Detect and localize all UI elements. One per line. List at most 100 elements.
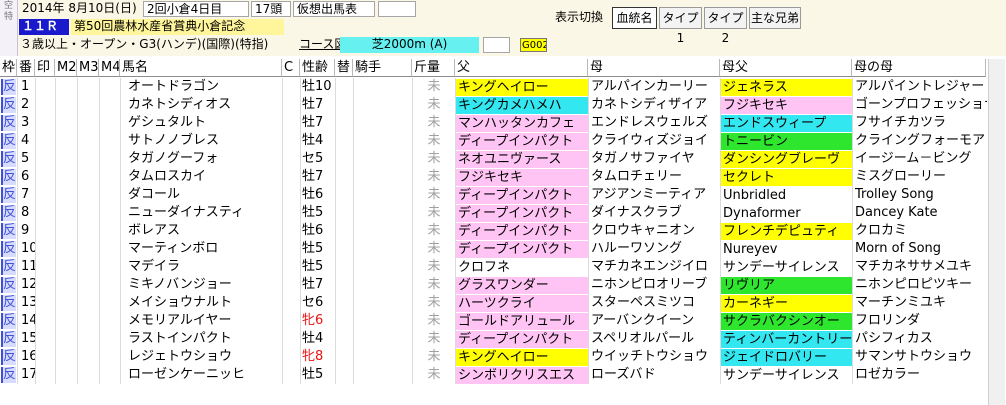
m3-cell[interactable] (78, 348, 98, 366)
col-weight-header[interactable]: 斤量 (412, 59, 455, 77)
m4-cell[interactable] (100, 78, 119, 96)
col-mark-header[interactable]: 印 (35, 59, 55, 77)
broodmare-sire-name[interactable]: リヴリア (721, 277, 852, 294)
dam-name[interactable]: クライウィズジョイ (589, 132, 720, 150)
tab-siblings[interactable]: 主な兄弟 (749, 7, 801, 29)
dams-dam-name[interactable]: ニホンピロピツキー (853, 276, 987, 294)
sire-name[interactable]: ハーツクライ (456, 295, 588, 312)
broodmare-sire-name[interactable]: サンデーサイレンス (721, 259, 852, 276)
course-extra-field[interactable] (483, 37, 510, 53)
horse-name[interactable]: ゲシュタルト (128, 114, 282, 132)
m2-cell[interactable] (56, 312, 76, 330)
sire-name[interactable]: キングヘイロー (456, 79, 588, 96)
dams-dam-name[interactable]: ロゼカラー (853, 366, 987, 384)
col-waku-header[interactable]: 枠 (0, 59, 17, 77)
broodmare-sire-name[interactable]: Nureyev (721, 241, 852, 258)
jockey-name[interactable] (354, 204, 412, 222)
mark-cell[interactable] (36, 348, 54, 366)
col-dams-dam-header[interactable]: 母の母 (852, 59, 986, 77)
jockey-name[interactable] (354, 186, 412, 204)
m3-cell[interactable] (78, 114, 98, 132)
dam-name[interactable]: スターペスミツコ (589, 294, 720, 312)
sire-name[interactable]: ゴールドアリュール (456, 313, 588, 330)
side-tab-2[interactable]: 特 (0, 13, 17, 22)
m4-cell[interactable] (100, 330, 119, 348)
dams-dam-name[interactable]: マーチンミユキ (853, 294, 987, 312)
m4-cell[interactable] (100, 114, 119, 132)
jockey-name[interactable] (354, 114, 412, 132)
col-number-header[interactable]: 番 (17, 59, 35, 77)
dam-name[interactable]: アルパインカーリー (589, 78, 720, 96)
m3-cell[interactable] (78, 168, 98, 186)
dam-name[interactable]: タムロチェリー (589, 168, 720, 186)
mark-cell[interactable] (36, 114, 54, 132)
dam-name[interactable]: アジアンミーティア (589, 186, 720, 204)
sire-name[interactable]: ディープインパクト (456, 223, 588, 240)
horse-name[interactable]: オートドラゴン (128, 78, 282, 96)
broodmare-sire-name[interactable]: ジェネラス (721, 79, 852, 96)
sire-name[interactable]: ディープインパクト (456, 133, 588, 150)
jockey-name[interactable] (354, 366, 412, 384)
horse-name[interactable]: メモリアルイヤー (128, 312, 282, 330)
m3-cell[interactable] (78, 366, 98, 384)
broodmare-sire-name[interactable]: ダンシングブレーヴ (721, 151, 852, 168)
m2-cell[interactable] (56, 348, 76, 366)
vertical-scrollbar[interactable] (988, 59, 1005, 405)
m3-cell[interactable] (78, 312, 98, 330)
m2-cell[interactable] (56, 168, 76, 186)
broodmare-sire-name[interactable]: サクラバクシンオー (721, 313, 852, 330)
m2-cell[interactable] (56, 78, 76, 96)
mark-cell[interactable] (36, 168, 54, 186)
dam-name[interactable]: ウイッチトウショウ (589, 348, 720, 366)
horse-name[interactable]: レジェトウショウ (128, 348, 282, 366)
m3-cell[interactable] (78, 132, 98, 150)
mark-cell[interactable] (36, 258, 54, 276)
jockey-name[interactable] (354, 222, 412, 240)
broodmare-sire-name[interactable]: ジェイドロバリー (721, 349, 852, 366)
horse-name[interactable]: ボレアス (128, 222, 282, 240)
mark-cell[interactable] (36, 366, 54, 384)
col-jockey-header[interactable]: 騎手 (353, 59, 412, 77)
sire-name[interactable]: ディープインパクト (456, 241, 588, 258)
dams-dam-name[interactable]: Morn of Song (853, 240, 987, 258)
m3-cell[interactable] (78, 240, 98, 258)
sire-name[interactable]: キングカメハメハ (456, 97, 588, 114)
m3-cell[interactable] (78, 204, 98, 222)
jockey-name[interactable] (354, 258, 412, 276)
m2-cell[interactable] (56, 258, 76, 276)
sire-name[interactable]: ディープインパクト (456, 331, 588, 348)
horse-name[interactable]: ダコール (128, 186, 282, 204)
m4-cell[interactable] (100, 294, 119, 312)
side-tabs[interactable]: 空 特 (0, 0, 18, 56)
jockey-name[interactable] (354, 150, 412, 168)
m4-cell[interactable] (100, 168, 119, 186)
broodmare-sire-name[interactable]: Dynaformer (721, 205, 852, 222)
m2-cell[interactable] (56, 330, 76, 348)
tab-type1[interactable]: タイプ1 (659, 7, 702, 45)
jockey-name[interactable] (354, 312, 412, 330)
broodmare-sire-name[interactable]: ティンバーカントリー (721, 331, 852, 348)
m4-cell[interactable] (100, 276, 119, 294)
dam-name[interactable]: アーバンクイーン (589, 312, 720, 330)
m2-cell[interactable] (56, 186, 76, 204)
jockey-name[interactable] (354, 348, 412, 366)
dams-dam-name[interactable]: ゴーンプロフェッショナ (853, 96, 987, 114)
m3-cell[interactable] (78, 258, 98, 276)
dams-dam-name[interactable]: クロカミ (853, 222, 987, 240)
dam-name[interactable]: ローズバド (589, 366, 720, 384)
m3-cell[interactable] (78, 150, 98, 168)
mark-cell[interactable] (36, 276, 54, 294)
horse-name[interactable]: ローゼンケーニッヒ (128, 366, 282, 384)
tab-type2[interactable]: タイプ2 (704, 7, 747, 45)
m4-cell[interactable] (100, 366, 119, 384)
col-broodmare-sire-header[interactable]: 母父 (720, 59, 852, 77)
mark-cell[interactable] (36, 330, 54, 348)
jockey-name[interactable] (354, 276, 412, 294)
m4-cell[interactable] (100, 312, 119, 330)
broodmare-sire-name[interactable]: サンデーサイレンス (721, 367, 852, 384)
mark-cell[interactable] (36, 96, 54, 114)
m3-cell[interactable] (78, 78, 98, 96)
sire-name[interactable]: マンハッタンカフェ (456, 115, 588, 132)
broodmare-sire-name[interactable]: フジキセキ (721, 97, 852, 114)
col-change-header[interactable]: 替 (335, 59, 353, 77)
